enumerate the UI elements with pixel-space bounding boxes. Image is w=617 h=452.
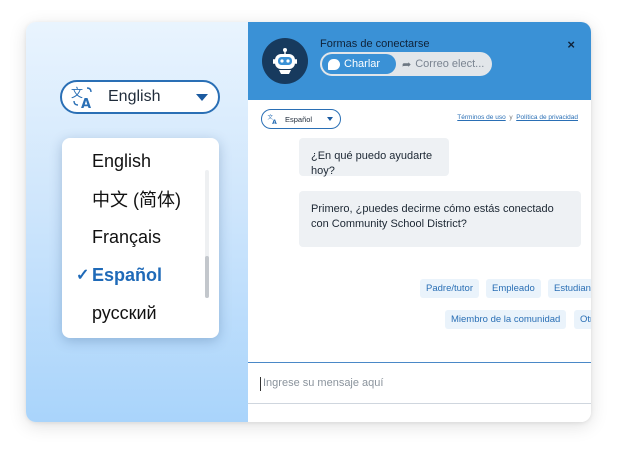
language-option-russian[interactable]: русский <box>62 294 202 332</box>
bot-avatar <box>262 38 308 84</box>
svg-text:A: A <box>272 119 277 125</box>
quick-reply-employee[interactable]: Empleado <box>486 279 541 298</box>
privacy-link[interactable]: Política de privacidad <box>516 114 578 121</box>
email-mode-button[interactable]: ➦ Correo elect... <box>400 54 490 74</box>
language-dropdown-label: English <box>108 88 161 105</box>
terms-link[interactable]: Términos de uso <box>457 114 505 121</box>
forward-arrow-icon: ➦ <box>402 58 412 71</box>
bot-message: Primero, ¿puedes decirme cómo estás cone… <box>299 191 581 247</box>
widget-card: 文 A English English 中文 (简体) Français ✓ E… <box>26 22 591 422</box>
quick-reply-community-member[interactable]: Miembro de la comunidad <box>445 310 567 329</box>
email-mode-label: Correo elect... <box>415 58 485 70</box>
chat-language-dropdown[interactable]: 文 A Español <box>261 109 341 129</box>
message-input-placeholder: Ingrese su mensaje aquí <box>263 377 384 389</box>
language-option-label: русский <box>92 302 157 323</box>
chat-body: 文 A Español Términos de uso y Política d… <box>248 100 591 362</box>
quick-reply-other[interactable]: Otra <box>574 310 591 329</box>
quick-reply-parent[interactable]: Padre/tutor <box>420 279 479 298</box>
text-cursor <box>260 377 261 391</box>
chevron-down-icon <box>327 117 333 121</box>
quick-reply-student[interactable]: Estudiante <box>548 279 591 298</box>
legal-connector: y <box>509 114 513 121</box>
language-option-chinese[interactable]: 中文 (简体) <box>62 180 202 218</box>
chat-header: Formas de conectarse × Charlar ➦ Correo … <box>248 22 591 100</box>
legal-links: Términos de uso y Política de privacidad <box>457 114 578 121</box>
language-panel: 文 A English English 中文 (简体) Français ✓ E… <box>26 22 248 422</box>
chat-window: Formas de conectarse × Charlar ➦ Correo … <box>248 22 591 422</box>
language-option-english[interactable]: English <box>62 142 202 180</box>
chat-mode-button[interactable]: Charlar <box>322 54 396 74</box>
chat-title: Formas de conectarse <box>320 38 430 50</box>
chat-language-label: Español <box>285 114 313 124</box>
language-option-label: English <box>92 150 152 171</box>
language-dropdown[interactable]: 文 A English <box>60 80 220 114</box>
language-option-label: Français <box>92 226 162 247</box>
translate-icon: 文 A <box>267 113 277 125</box>
close-icon[interactable]: × <box>567 37 575 52</box>
translate-icon: 文 A <box>71 85 92 110</box>
language-option-label: Español <box>92 264 163 285</box>
checkmark-icon: ✓ <box>76 267 90 284</box>
language-option-label: 中文 (简体) <box>92 190 181 210</box>
chat-bubble-icon <box>328 58 340 70</box>
chevron-down-icon <box>196 93 208 101</box>
contact-mode-toggle: Charlar ➦ Correo elect... <box>320 52 492 76</box>
language-option-spanish[interactable]: ✓ Español <box>62 256 202 294</box>
message-composer[interactable]: Ingrese su mensaje aquí <box>248 362 591 404</box>
robot-icon <box>273 48 297 74</box>
chat-mode-label: Charlar <box>344 58 381 70</box>
language-option-french[interactable]: Français <box>62 218 202 256</box>
svg-text:A: A <box>81 97 91 110</box>
language-menu: English 中文 (简体) Français ✓ Español русск… <box>62 138 219 338</box>
bot-message: ¿En qué puedo ayudarte hoy? <box>299 138 449 177</box>
scrollbar-thumb[interactable] <box>205 256 209 298</box>
